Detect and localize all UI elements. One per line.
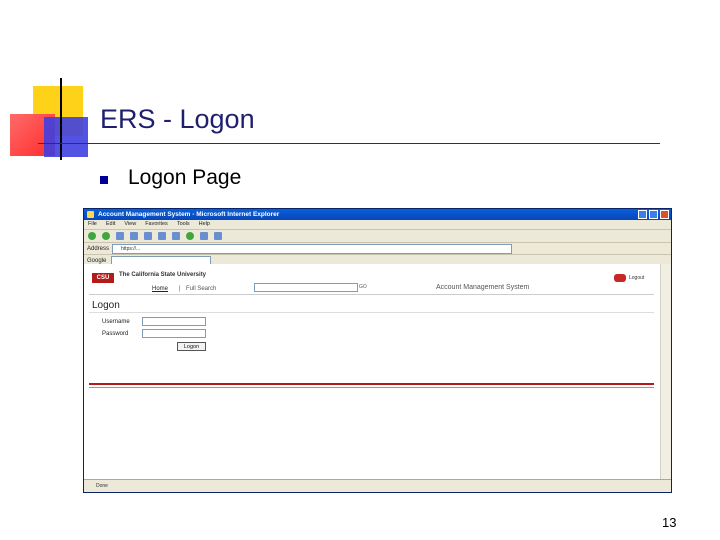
nav-full-search-link[interactable]: Full Search: [186, 286, 216, 292]
favorites-icon[interactable]: [172, 232, 180, 240]
menu-help[interactable]: Help: [199, 220, 210, 229]
go-button[interactable]: GO: [359, 284, 367, 290]
search-icon[interactable]: [158, 232, 166, 240]
decor-vertical-line: [60, 78, 62, 160]
username-label: Username: [102, 319, 130, 325]
address-label: Address: [87, 245, 110, 252]
csu-logo: CSU: [92, 273, 114, 283]
menu-edit[interactable]: Edit: [106, 220, 115, 229]
minimize-icon[interactable]: [638, 210, 647, 219]
university-name: The California State University: [119, 272, 207, 278]
bullet-square-icon: [100, 176, 108, 184]
close-icon[interactable]: [660, 210, 669, 219]
system-title: Account Management System: [436, 284, 530, 291]
browser-titlebar: Account Management System - Microsoft In…: [84, 209, 671, 220]
mail-icon[interactable]: [200, 232, 208, 240]
window-controls: [638, 210, 669, 219]
browser-screenshot: Account Management System - Microsoft In…: [83, 208, 672, 493]
menu-favorites[interactable]: Favorites: [145, 220, 168, 229]
footer-red-rule: [89, 383, 654, 385]
password-input[interactable]: [142, 329, 206, 338]
page-content: CSU The California State University Home…: [84, 264, 661, 480]
site-search-input[interactable]: [254, 283, 358, 292]
decor-blue-square: [44, 117, 88, 157]
address-bar: Address https://...: [84, 242, 671, 254]
logout-link[interactable]: Logout: [629, 275, 644, 281]
nav-home-link[interactable]: Home: [152, 286, 168, 292]
menu-tools[interactable]: Tools: [177, 220, 190, 229]
slide-title: ERS - Logon: [100, 104, 255, 134]
logon-button[interactable]: Logon: [177, 342, 206, 351]
back-icon[interactable]: [88, 232, 96, 240]
vertical-scrollbar[interactable]: [660, 264, 671, 480]
header-divider: [89, 294, 654, 295]
history-icon[interactable]: [186, 232, 194, 240]
username-input[interactable]: [142, 317, 206, 326]
logout-icon[interactable]: [614, 274, 626, 282]
page-number: 13: [662, 515, 677, 530]
bullet-text: Logon Page: [128, 166, 242, 189]
address-input[interactable]: https://...: [112, 243, 513, 254]
maximize-icon[interactable]: [649, 210, 658, 219]
password-label: Password: [102, 331, 129, 337]
google-label: Google: [87, 257, 107, 264]
forward-icon[interactable]: [102, 232, 110, 240]
nav-separator: |: [179, 286, 181, 292]
title-underline: [38, 143, 660, 144]
print-icon[interactable]: [214, 232, 222, 240]
footer-grey-rule: [89, 387, 654, 388]
browser-toolbar: [84, 229, 671, 242]
refresh-icon[interactable]: [130, 232, 138, 240]
logon-heading: Logon: [92, 300, 120, 311]
home-icon[interactable]: [144, 232, 152, 240]
stop-icon[interactable]: [116, 232, 124, 240]
ie-icon: [87, 211, 94, 218]
browser-statusbar: Done: [84, 479, 671, 492]
menu-file[interactable]: File: [88, 220, 97, 229]
browser-window-title: Account Management System - Microsoft In…: [98, 211, 280, 218]
logon-divider: [89, 312, 654, 313]
menu-view[interactable]: View: [124, 220, 136, 229]
browser-menubar: File Edit View Favorites Tools Help: [84, 220, 671, 229]
